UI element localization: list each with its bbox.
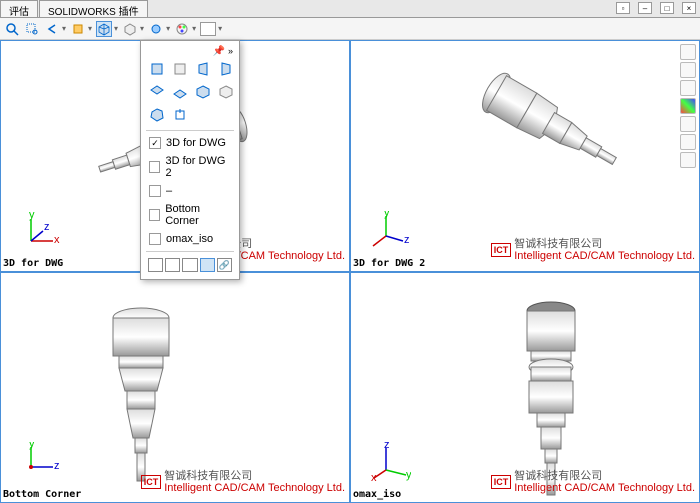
sidebar-btn-1[interactable] [680,44,696,60]
svg-text:z: z [404,234,410,246]
viewport-3[interactable]: yz ICT智诚科技有限公司Intelligent CAD/CAM Techno… [0,272,350,503]
viewport-label: 3D for DWG 2 [353,258,425,269]
viewport-label: Bottom Corner [3,489,81,500]
viewport-layout-2v[interactable] [182,258,197,272]
watermark-logo: ICT智诚科技有限公司Intelligent CAD/CAM Technolog… [491,470,695,494]
view-top-icon[interactable] [147,82,167,102]
part-model [451,71,631,201]
view-toolbar: ▾ ▾ ▾ ▾ ▾ ▾ ▾ [0,18,700,40]
svg-text:z: z [44,221,50,233]
view-front-icon[interactable] [147,59,167,79]
chevron-down-icon[interactable]: ▾ [88,24,92,33]
tab-bar: 评估 SOLIDWORKS 插件 [0,0,700,18]
svg-text:y: y [29,211,35,221]
view-dimetric-icon[interactable] [216,82,236,102]
watermark-logo: ICT智诚科技有限公司Intelligent CAD/CAM Technolog… [491,238,695,262]
checkbox-icon [149,161,160,173]
triad-icon: yz [21,442,61,482]
apply-scene-icon[interactable] [200,21,216,37]
tab-solidworks-addins[interactable]: SOLIDWORKS 插件 [39,0,148,17]
view-iso-icon[interactable] [193,82,213,102]
viewport-link-icon[interactable]: 🔗 [217,258,232,272]
sidebar-btn-7[interactable] [680,152,696,168]
viewport-layout-single[interactable] [148,258,163,272]
zoom-fit-icon[interactable] [4,21,20,37]
view-trimetric-icon[interactable] [147,105,167,125]
expand-icon[interactable]: » [228,46,233,56]
view-left-icon[interactable] [193,59,213,79]
pin-icon[interactable]: 📌 [212,46,224,57]
minimize-icon[interactable]: – [638,2,652,14]
viewport-4[interactable]: z y x ICT智诚科技有限公司Intelligent CAD/CAM Techn… [350,272,700,503]
restore-icon[interactable]: ▫ [616,2,630,14]
sidebar-btn-2[interactable] [680,62,696,78]
viewport-layout-4[interactable] [200,258,215,272]
view-bottom-icon[interactable] [170,82,190,102]
watermark-logo: ICT智诚科技有限公司Intelligent CAD/CAM Technolog… [141,470,345,494]
view-back-icon[interactable] [170,59,190,79]
tab-evaluate[interactable]: 评估 [0,0,38,17]
section-view-icon[interactable] [70,21,86,37]
triad-icon: yz [371,211,411,251]
svg-text:y: y [384,211,390,219]
svg-text:z: z [54,460,60,472]
named-view-dash[interactable]: – [145,182,235,200]
prev-view-icon[interactable] [44,21,60,37]
chevron-down-icon[interactable]: ▾ [114,24,118,33]
sidebar-btn-6[interactable] [680,134,696,150]
viewport-label: 3D for DWG [3,258,63,269]
checkbox-icon [149,185,161,197]
named-view-bottom-corner[interactable]: Bottom Corner [145,200,235,230]
sidebar-btn-3[interactable] [680,80,696,96]
view-right-icon[interactable] [216,59,236,79]
chevron-down-icon[interactable]: ▾ [166,24,170,33]
display-style-icon[interactable] [122,21,138,37]
chevron-down-icon[interactable]: ▾ [218,24,222,33]
svg-text:z: z [384,442,390,451]
part-model [81,293,201,493]
viewport-2[interactable]: yz ICT智诚科技有限公司Intelligent CAD/CAM Techno… [350,40,700,272]
viewport-layout-2h[interactable] [165,258,180,272]
edit-appearance-icon[interactable] [174,21,190,37]
svg-text:y: y [29,442,35,450]
viewport-grid: yxz ICT智诚科技有限公司Intelligent CAD/CAM Techn… [0,40,700,503]
sidebar-btn-5[interactable] [680,116,696,132]
window-controls: ▫ – □ × [616,2,696,14]
right-sidebar [680,44,698,168]
svg-text:y: y [406,469,411,481]
chevron-down-icon[interactable]: ▾ [140,24,144,33]
sidebar-btn-4[interactable] [680,98,696,114]
triad-icon: y xz [21,211,61,251]
named-view-omax-iso[interactable]: omax_iso [145,230,235,248]
named-view-3d-for-dwg[interactable]: ✓3D for DWG [145,134,235,152]
hide-show-icon[interactable] [148,21,164,37]
viewport-label: omax_iso [353,489,401,500]
checkbox-icon [149,209,160,221]
view-normal-icon[interactable] [170,105,190,125]
close-icon[interactable]: × [682,2,696,14]
maximize-icon[interactable]: □ [660,2,674,14]
view-orientation-dropdown: 📌 » ✓3D for DWG 3D for DWG 2 – Bottom Co… [140,40,240,280]
named-view-3d-for-dwg-2[interactable]: 3D for DWG 2 [145,152,235,182]
view-orient-icon[interactable] [96,21,112,37]
chevron-down-icon[interactable]: ▾ [192,24,196,33]
checkbox-checked-icon: ✓ [149,137,161,149]
svg-text:x: x [371,472,377,482]
svg-text:x: x [54,234,60,246]
checkbox-icon [149,233,161,245]
zoom-area-icon[interactable] [24,21,40,37]
chevron-down-icon[interactable]: ▾ [62,24,66,33]
triad-icon: z y x [371,442,411,482]
